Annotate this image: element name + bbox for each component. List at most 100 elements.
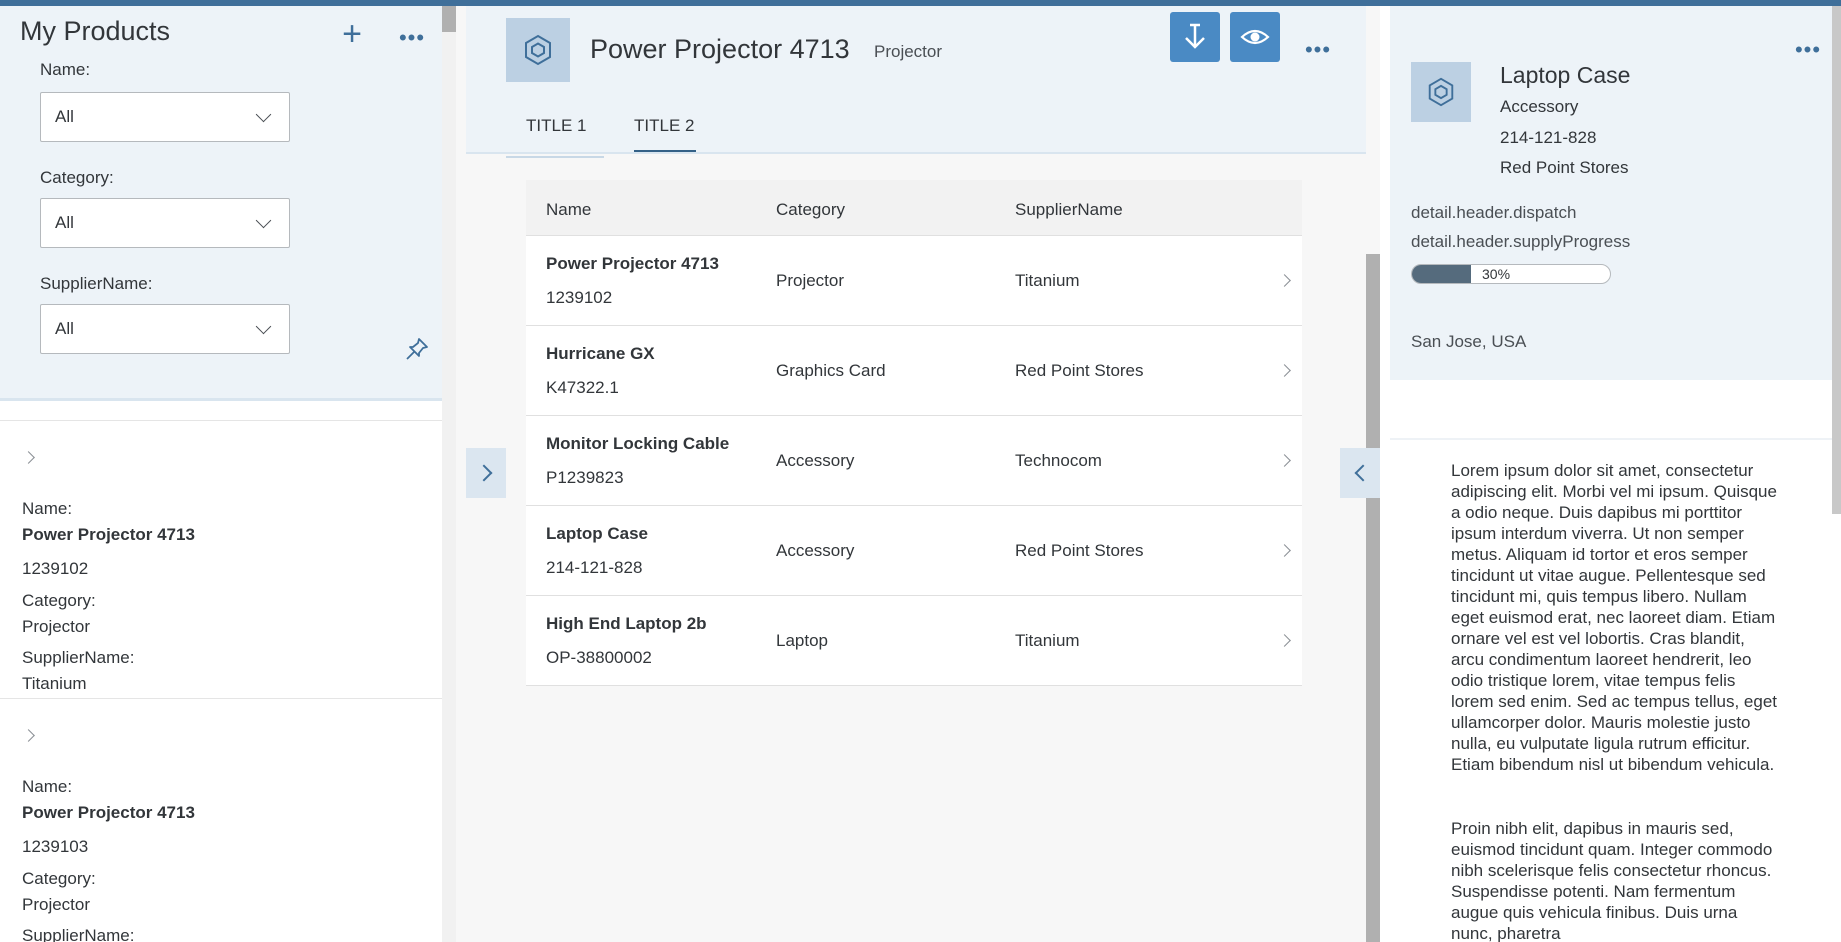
filter-name-label: Name: — [40, 60, 91, 79]
row-id: P1239823 — [546, 468, 624, 487]
side-location: San Jose, USA — [1411, 332, 1527, 351]
chevron-right-icon — [1278, 364, 1291, 377]
chevron-down-icon — [255, 212, 272, 228]
card-supplier-label: SupplierName: — [22, 648, 135, 667]
master-scrollbar-track[interactable] — [442, 32, 456, 942]
row-name: Power Projector 4713 — [546, 254, 719, 273]
row-supplier: Titanium — [1015, 631, 1080, 650]
side-title: Laptop Case — [1500, 62, 1631, 88]
collapse-side-button[interactable] — [1340, 448, 1380, 498]
column-header-supplier[interactable]: SupplierName — [1015, 200, 1123, 220]
chevron-right-icon — [1278, 454, 1291, 467]
list-item[interactable]: Name: Power Projector 4713 1239102 Categ… — [0, 420, 442, 698]
detail-panel: Power Projector 4713 Projector ••• TITLE… — [466, 6, 1380, 942]
row-category: Projector — [776, 271, 845, 290]
progress-fill — [1412, 265, 1472, 283]
download-icon — [1185, 23, 1205, 49]
table-row[interactable]: Laptop Case 214-121-828 Accessory Red Po… — [526, 506, 1302, 596]
card-name-label: Name: — [22, 499, 73, 518]
detail-scrollbar-thumb[interactable] — [1366, 254, 1380, 942]
table-row[interactable]: Power Projector 4713 1239102 Projector T… — [526, 236, 1302, 326]
card-supplier-label: SupplierName: — [22, 926, 135, 942]
row-category: Accessory — [776, 541, 855, 560]
master-title: My Products — [20, 16, 171, 46]
row-id: K47322.1 — [546, 378, 619, 397]
dispatch-label: detail.header.dispatch — [1411, 203, 1577, 222]
row-category: Accessory — [776, 451, 855, 470]
chevron-right-icon — [1278, 544, 1291, 557]
row-category: Laptop — [776, 631, 828, 650]
side-scrollbar-thumb[interactable] — [1832, 6, 1841, 514]
column-header-category[interactable]: Category — [776, 200, 845, 220]
side-supplier: Red Point Stores — [1500, 158, 1629, 177]
header-divider — [0, 398, 442, 401]
side-id: 214-121-828 — [1500, 128, 1597, 147]
supply-progress-label: detail.header.supplyProgress — [1411, 232, 1631, 251]
row-id: 1239102 — [546, 288, 613, 307]
chevron-right-icon — [22, 729, 35, 742]
products-table: Name Category SupplierName Power Project… — [526, 180, 1302, 686]
card-category-label: Category: — [22, 591, 96, 610]
filter-name-value: All — [55, 107, 74, 126]
tab-title-1[interactable]: TITLE 1 — [526, 116, 586, 136]
section-divider — [1390, 438, 1832, 440]
more-options-icon[interactable]: ••• — [1298, 37, 1338, 62]
filter-category-value: All — [55, 213, 74, 232]
chevron-down-icon — [255, 106, 272, 122]
pin-icon[interactable] — [404, 336, 430, 362]
card-name: Power Projector 4713 — [22, 803, 195, 822]
download-button[interactable] — [1170, 12, 1220, 62]
description-paragraph-1: Lorem ipsum dolor sit amet, consectetur … — [1451, 461, 1777, 774]
table-row[interactable]: Monitor Locking Cable P1239823 Accessory… — [526, 416, 1302, 506]
side-category: Accessory — [1500, 97, 1579, 116]
card-id: 1239103 — [22, 837, 89, 856]
card-name: Power Projector 4713 — [22, 525, 195, 544]
card-name-label: Name: — [22, 777, 73, 796]
master-list: Name: Power Projector 4713 1239102 Categ… — [0, 420, 442, 942]
card-supplier: Titanium — [22, 674, 87, 693]
add-icon[interactable]: + — [334, 16, 370, 52]
eye-icon — [1240, 29, 1270, 45]
tab-title-2[interactable]: TITLE 2 — [634, 116, 694, 136]
detail-title: Power Projector 4713 — [590, 34, 850, 64]
header-divider — [466, 152, 1366, 154]
detail-header: Power Projector 4713 Projector ••• TITLE… — [466, 6, 1366, 154]
filter-supplier-select[interactable]: All — [40, 304, 290, 354]
more-options-icon[interactable]: ••• — [392, 25, 432, 50]
row-name: Monitor Locking Cable — [546, 434, 730, 453]
card-id: 1239102 — [22, 559, 89, 578]
card-category: Projector — [22, 617, 91, 636]
expand-master-button[interactable] — [466, 448, 506, 498]
side-panel: ••• Laptop Case Accessory 214-121-828 Re… — [1380, 6, 1841, 942]
view-button[interactable] — [1230, 12, 1280, 62]
more-options-icon[interactable]: ••• — [1788, 37, 1828, 62]
filter-name-select[interactable]: All — [40, 92, 290, 142]
table-row[interactable]: Hurricane GX K47322.1 Graphics Card Red … — [526, 326, 1302, 416]
master-scrollbar-thumb[interactable] — [442, 6, 456, 32]
row-category: Graphics Card — [776, 361, 886, 380]
detail-subtitle: Projector — [874, 42, 943, 61]
list-item[interactable]: Name: Power Projector 4713 1239103 Categ… — [0, 698, 442, 942]
row-supplier: Red Point Stores — [1015, 541, 1144, 560]
master-panel: My Products + ••• Name: All Category: Al… — [0, 6, 442, 942]
card-category: Projector — [22, 895, 91, 914]
chevron-down-icon — [255, 318, 272, 334]
column-header-name[interactable]: Name — [546, 200, 591, 220]
chevron-right-icon — [1278, 274, 1291, 287]
card-category-label: Category: — [22, 869, 96, 888]
row-supplier: Titanium — [1015, 271, 1080, 290]
row-id: OP-38800002 — [546, 648, 652, 667]
tab-scroll-hint — [506, 156, 604, 158]
filter-supplier-label: SupplierName: — [40, 274, 153, 293]
table-row[interactable]: High End Laptop 2b OP-38800002 Laptop Ti… — [526, 596, 1302, 686]
filter-category-select[interactable]: All — [40, 198, 290, 248]
filter-supplier-value: All — [55, 319, 74, 338]
side-header: ••• Laptop Case Accessory 214-121-828 Re… — [1390, 6, 1832, 380]
description-paragraph-2: Proin nibh elit, dapibus in mauris sed, … — [1451, 819, 1773, 942]
row-supplier: Red Point Stores — [1015, 361, 1144, 380]
row-name: High End Laptop 2b — [546, 614, 707, 633]
progress-text: 30% — [1482, 266, 1511, 282]
chevron-right-icon — [475, 464, 492, 482]
row-id: 214-121-828 — [546, 558, 643, 577]
master-header: My Products + ••• Name: All Category: Al… — [0, 6, 442, 398]
